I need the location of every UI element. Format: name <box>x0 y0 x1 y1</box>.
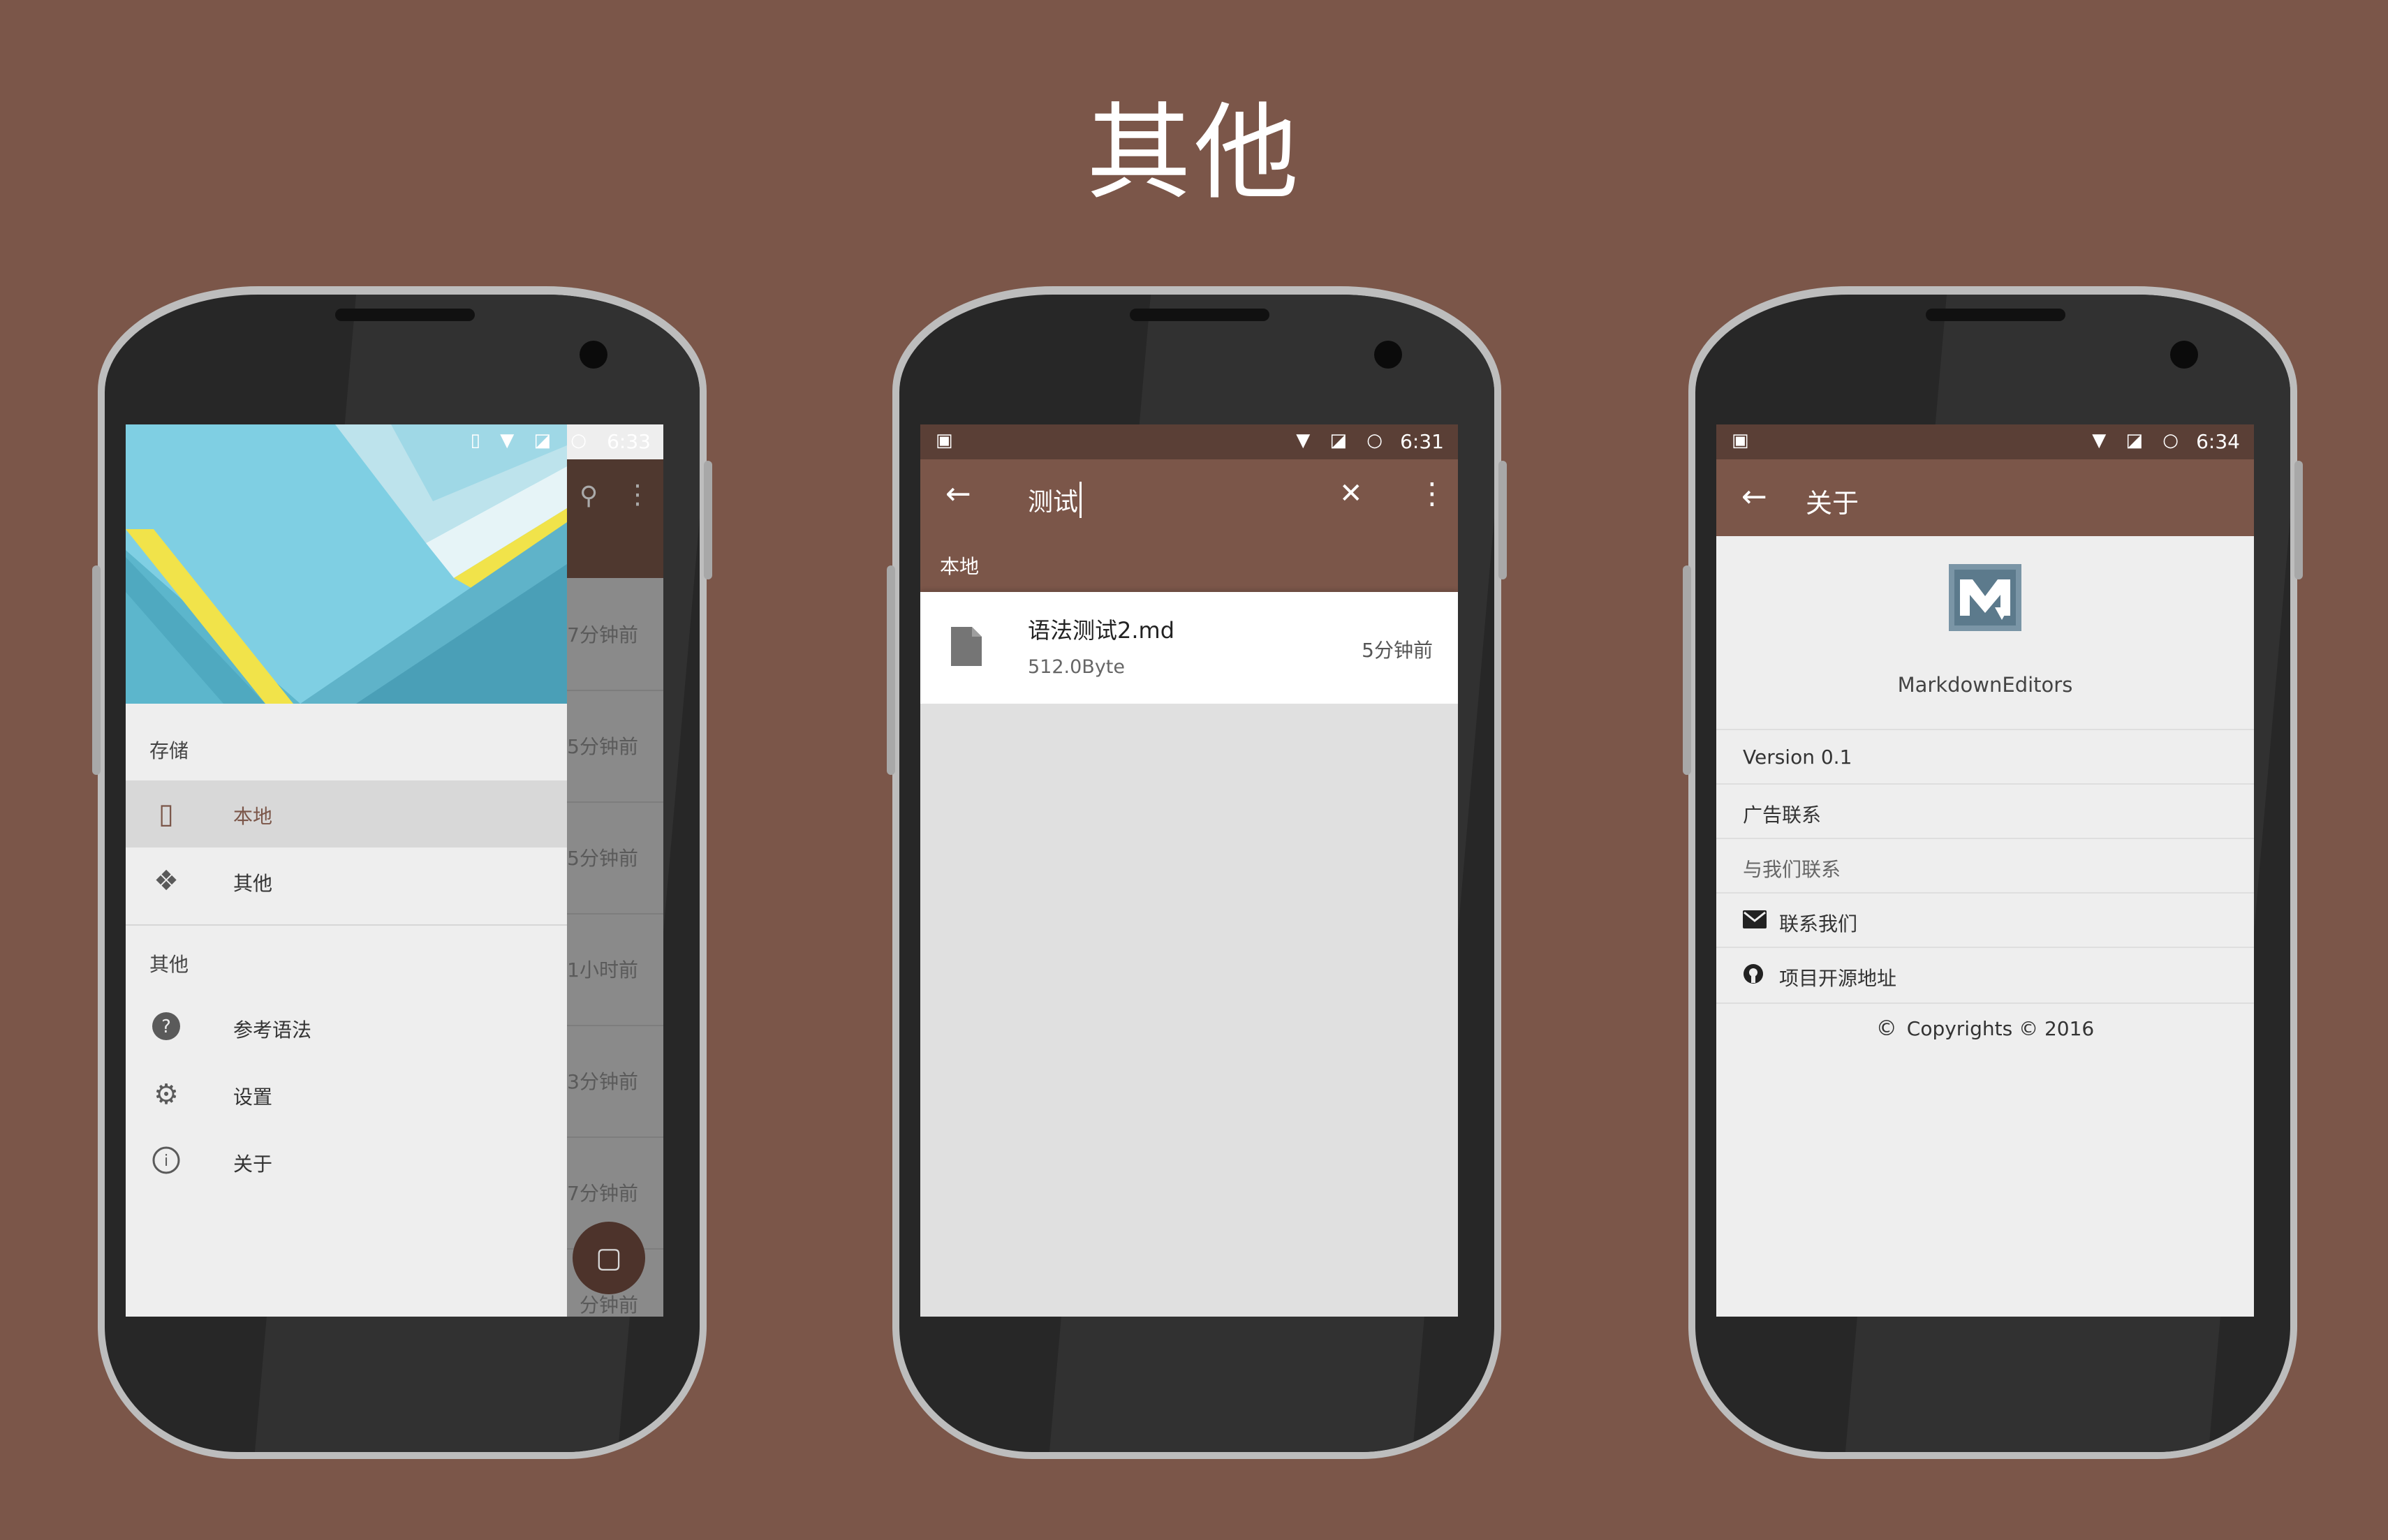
empty-area <box>920 704 1458 1317</box>
mail-icon <box>1743 910 1767 933</box>
clear-icon[interactable]: ✕ <box>1339 477 1363 510</box>
about-app-bar: ← 关于 <box>1716 459 2254 536</box>
status-time: 6:31 <box>1400 430 1444 453</box>
contact-section-header: 与我们联系 <box>1716 838 2254 894</box>
file-size: 512.0Byte <box>1028 656 1125 678</box>
svg-text:i: i <box>164 1153 168 1170</box>
appbar-title: 关于 <box>1806 488 1859 519</box>
status-icons: ▼ ◪ ○ <box>1296 430 1390 451</box>
drawer-item-other-storage[interactable]: ❖ 其他 <box>126 847 567 915</box>
status-icons: ▼ ◪ ○ <box>2092 430 2186 451</box>
search-app-bar: ← 测试 ✕ ⋮ 本地 <box>920 459 1458 592</box>
phone-search: ▣ ▼ ◪ ○ 6:31 ← 测试 ✕ ⋮ 本地 语法测试2.md 512.0B… <box>887 286 1507 1459</box>
drawer-item-about[interactable]: i 关于 <box>126 1128 567 1195</box>
status-bar: ▣ ▼ ◪ ○ 6:34 <box>1716 424 2254 459</box>
page-title: 其他 <box>1086 93 1302 214</box>
drawer-section-storage: 存储 <box>149 739 189 762</box>
drawer-item-settings[interactable]: ⚙ 设置 <box>126 1061 567 1128</box>
image-notification-icon: ▣ <box>1732 430 1749 451</box>
github-icon <box>1743 963 1764 989</box>
new-file-fab[interactable]: ▢ <box>573 1222 645 1294</box>
svg-text:?: ? <box>161 1016 171 1037</box>
status-time: 6:34 <box>2196 430 2240 453</box>
status-time: 6:33 <box>607 430 651 453</box>
contact-us-row[interactable]: 联系我们 <box>1716 892 2254 948</box>
about-header: MarkdownEditors <box>1716 536 2254 729</box>
info-icon: i <box>149 1145 183 1178</box>
more-vert-icon[interactable]: ⋮ <box>1417 476 1447 510</box>
file-icon <box>951 627 982 669</box>
phone-icon: ▯ <box>158 798 174 830</box>
screen-search: ▣ ▼ ◪ ○ 6:31 ← 测试 ✕ ⋮ 本地 语法测试2.md 512.0B… <box>920 424 1458 1317</box>
copyright-row: © Copyrights © 2016 <box>1875 1016 2095 1041</box>
drawer-section-other: 其他 <box>149 953 189 976</box>
search-icon: ⚲ <box>580 482 598 510</box>
file-time: 5分钟前 <box>1362 639 1433 662</box>
app-logo-icon <box>1949 564 2021 634</box>
status-bar: ▣ ▼ ◪ ○ 6:31 <box>920 424 1458 459</box>
navigation-drawer: 存储 ▯ 本地 ❖ 其他 其他 ? 参考语法 ⚙ 设置 i 关于 <box>126 424 567 1317</box>
back-arrow-icon[interactable]: ← <box>1741 479 1767 514</box>
back-arrow-icon[interactable]: ← <box>945 476 971 512</box>
more-vert-icon: ⋮ <box>624 479 651 510</box>
version-row: Version 0.1 <box>1716 729 2254 785</box>
screen-drawer: ⚲ ⋮ 7分钟前 5分钟前 5分钟前 1小时前 3分钟前 7分钟前 分钟前 ▢ <box>126 424 663 1317</box>
tab-local[interactable]: 本地 <box>940 551 979 579</box>
app-name: MarkdownEditors <box>1897 673 2073 697</box>
drawer-item-local[interactable]: ▯ 本地 <box>126 780 567 847</box>
drawer-header-image <box>126 424 567 704</box>
ad-contact-row[interactable]: 广告联系 <box>1716 783 2254 839</box>
settings-icon: ⚙ <box>154 1079 179 1111</box>
dropbox-icon: ❖ <box>154 865 179 897</box>
phone-about: ▣ ▼ ◪ ○ 6:34 ← 关于 MarkdownEditors Versio… <box>1683 286 2303 1459</box>
phone-drawer: ⚲ ⋮ 7分钟前 5分钟前 5分钟前 1小时前 3分钟前 7分钟前 分钟前 ▢ <box>92 286 712 1459</box>
search-result-item[interactable]: 语法测试2.md 512.0Byte 5分钟前 <box>920 592 1458 704</box>
status-bar: ▯ ▼ ◪ ○ 6:33 <box>126 424 663 459</box>
copyright-icon: © <box>1875 1016 1897 1041</box>
status-icons: ▯ ▼ ◪ ○ <box>470 430 594 451</box>
drawer-item-syntax[interactable]: ? 参考语法 <box>126 994 567 1061</box>
source-address-row[interactable]: 项目开源地址 <box>1716 947 2254 1004</box>
image-notification-icon: ▣ <box>936 430 953 451</box>
help-icon: ? <box>149 1011 183 1044</box>
search-input[interactable]: 测试 <box>1028 482 1082 518</box>
file-name: 语法测试2.md <box>1028 617 1175 644</box>
screen-about: ▣ ▼ ◪ ○ 6:34 ← 关于 MarkdownEditors Versio… <box>1716 424 2254 1317</box>
